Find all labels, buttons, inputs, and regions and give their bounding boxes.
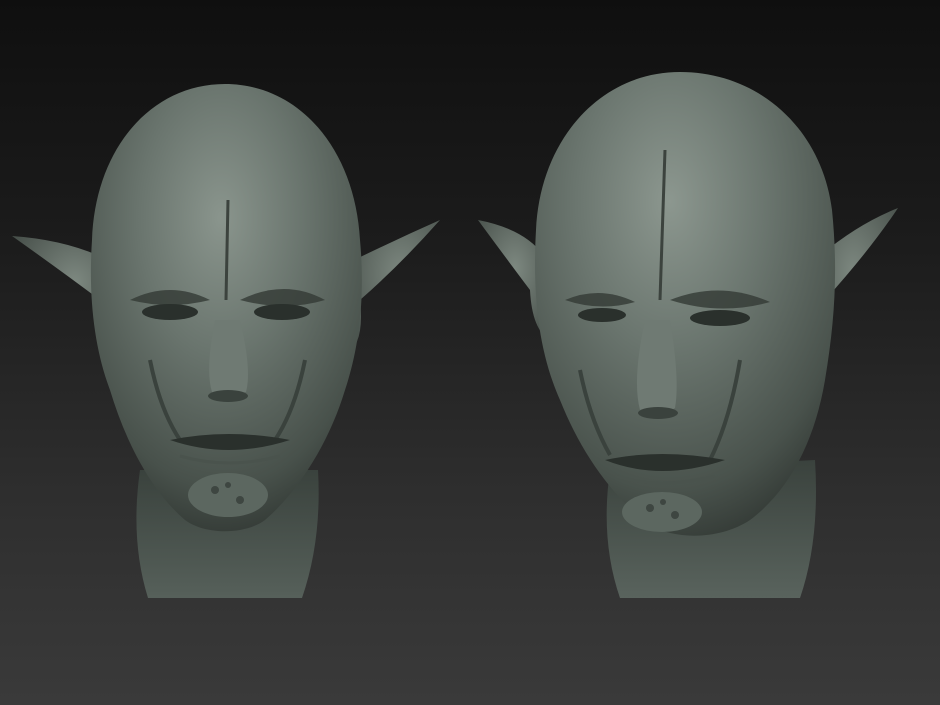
goblin-head-three-quarter-render [478, 72, 898, 598]
goblin-head-front-render [12, 84, 440, 598]
goblin-head-front [0, 0, 470, 705]
sculpt-viewport[interactable] [0, 0, 940, 705]
goblin-head-three-quarter [470, 0, 940, 705]
